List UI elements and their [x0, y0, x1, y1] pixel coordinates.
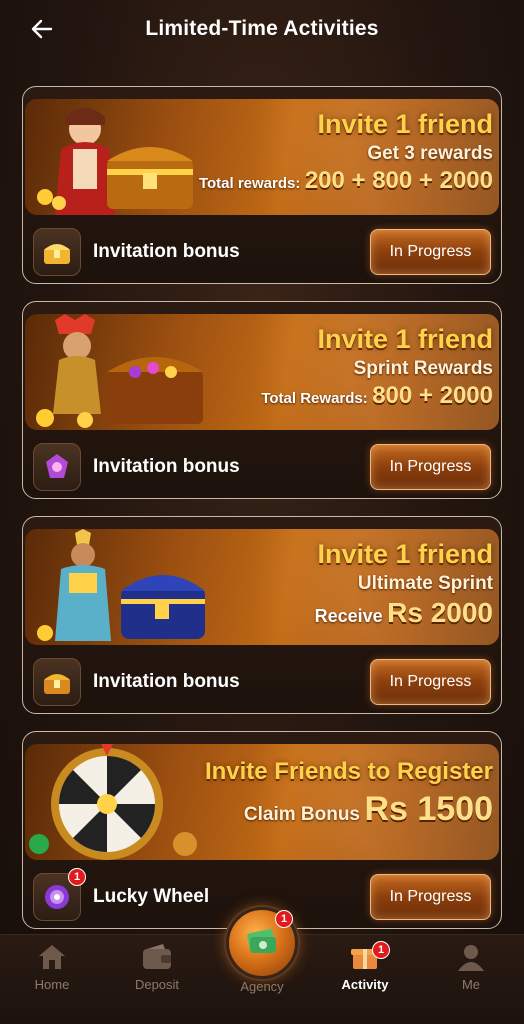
- tab-label: Home: [34, 977, 70, 992]
- banner-line-value: 800 + 2000: [372, 382, 493, 409]
- banner-subtitle: Ultimate Sprint: [357, 573, 493, 594]
- banner-subtitle: Get 3 rewards: [367, 143, 493, 164]
- home-icon: [39, 945, 65, 969]
- money-icon: [247, 929, 276, 953]
- in-progress-button[interactable]: In Progress: [370, 444, 491, 490]
- tab-label: Activity: [341, 977, 389, 992]
- banner-line-label: Claim Bonus: [243, 804, 360, 825]
- banner-title: Invite 1 friend: [317, 109, 493, 139]
- in-progress-button[interactable]: In Progress: [370, 659, 491, 705]
- card-footer: Invitation bonus In Progress: [23, 221, 501, 283]
- card-label: Invitation bonus: [93, 456, 240, 477]
- activity-banner[interactable]: Invite 1 friend Sprint Rewards Total Rew…: [25, 314, 499, 430]
- notification-badge: 1: [372, 941, 390, 959]
- banner-title: Invite Friends to Register: [204, 758, 493, 785]
- arrow-left-icon: [31, 19, 53, 39]
- banner-title: Invite 1 friend: [317, 539, 493, 569]
- activity-banner[interactable]: Invite 1 friend Get 3 rewards Total rewa…: [25, 99, 499, 215]
- banner-line-label: Receive: [314, 606, 383, 626]
- banner-line-value: Rs 1500: [364, 790, 493, 828]
- banner-title: Invite 1 friend: [317, 324, 493, 354]
- page-title: Limited-Time Activities: [145, 17, 379, 40]
- card-label: Invitation bonus: [93, 671, 240, 692]
- wallet-icon: [143, 944, 171, 969]
- activity-card[interactable]: Invite 1 friend Sprint Rewards Total Rew…: [22, 301, 502, 499]
- card-footer: Invitation bonus In Progress: [23, 436, 501, 498]
- in-progress-button[interactable]: In Progress: [370, 874, 491, 920]
- banner-line-value: Rs 2000: [387, 597, 493, 628]
- agency-button[interactable]: 1: [226, 907, 298, 979]
- activity-card[interactable]: Invite 1 friend Get 3 rewards Total rewa…: [22, 86, 502, 284]
- tab-agency[interactable]: Agency: [217, 973, 307, 1024]
- banner-line-value: 200 + 800 + 2000: [304, 167, 493, 194]
- treasure-chest-icon: [33, 658, 81, 706]
- activity-card[interactable]: Invite Friends to Register Claim Bonus R…: [22, 731, 502, 929]
- header: Limited-Time Activities: [0, 0, 524, 58]
- tab-label: Deposit: [134, 977, 180, 992]
- banner-line-label: Total rewards:: [198, 175, 301, 192]
- card-label: Lucky Wheel: [93, 886, 210, 907]
- wheel-icon: 1: [33, 868, 86, 921]
- notification-badge: 1: [275, 910, 293, 928]
- notification-badge: 1: [68, 868, 86, 886]
- tab-me[interactable]: Me: [426, 943, 516, 1013]
- tab-activity[interactable]: 1 Activity: [320, 941, 410, 1013]
- tab-label: Agency: [240, 979, 284, 994]
- user-icon: [458, 945, 484, 971]
- tab-deposit[interactable]: Deposit: [112, 943, 202, 1013]
- jewel-icon: [33, 443, 81, 491]
- tab-label: Me: [461, 977, 481, 992]
- activity-banner[interactable]: Invite 1 friend Ultimate Sprint Receive …: [25, 529, 499, 645]
- banner-line-label: Total Rewards:: [261, 390, 368, 407]
- tab-home[interactable]: Home: [7, 943, 97, 1013]
- gift-chest-icon: [33, 228, 81, 276]
- activity-banner[interactable]: Invite Friends to Register Claim Bonus R…: [25, 744, 499, 860]
- banner-subtitle: Sprint Rewards: [353, 358, 493, 379]
- back-button[interactable]: [26, 13, 58, 45]
- activity-card[interactable]: Invite 1 friend Ultimate Sprint Receive …: [22, 516, 502, 714]
- card-footer: Invitation bonus In Progress: [23, 651, 501, 713]
- in-progress-button[interactable]: In Progress: [370, 229, 491, 275]
- card-label: Invitation bonus: [93, 241, 240, 262]
